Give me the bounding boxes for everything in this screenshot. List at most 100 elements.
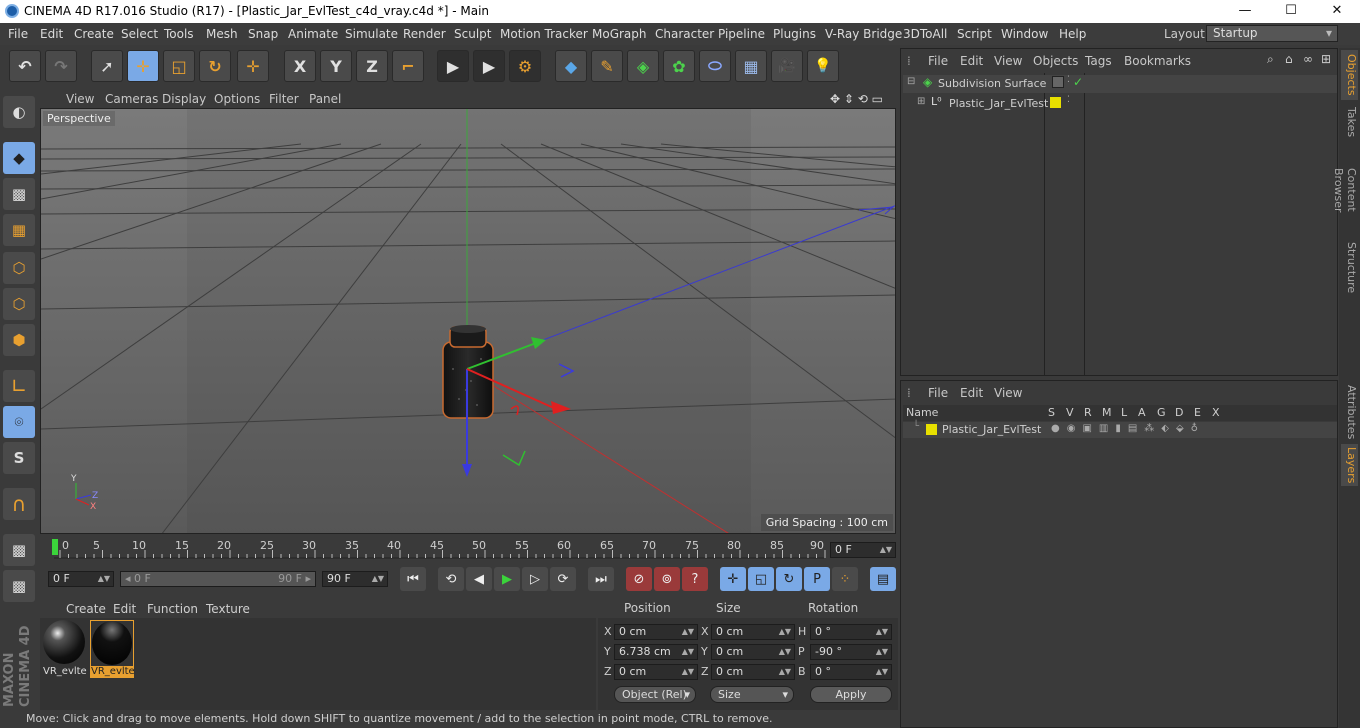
next-frame-button[interactable]: ▷ (522, 567, 548, 591)
timeline-button[interactable]: ▤ (870, 567, 896, 591)
undo-button[interactable]: ↶ (9, 50, 41, 82)
tweak-mode-button[interactable]: ⌾ (3, 406, 35, 438)
col-manager[interactable]: M (1102, 406, 1112, 419)
col-deformers[interactable]: D (1175, 406, 1183, 419)
col-locked[interactable]: L (1121, 406, 1127, 419)
key-position-button[interactable]: ✛ (720, 567, 746, 591)
record-button[interactable]: ⊘ (626, 567, 652, 591)
col-expressions[interactable]: E (1194, 406, 1201, 419)
material-menu-texture[interactable]: Texture (206, 602, 250, 616)
menu-window[interactable]: Window (1001, 27, 1048, 41)
autokey-button[interactable]: ⊚ (654, 567, 680, 591)
y-axis-button[interactable]: Y (320, 50, 352, 82)
menu-script[interactable]: Script (957, 27, 992, 41)
x-axis-button[interactable]: X (284, 50, 316, 82)
viewport-nav-icons[interactable]: ✥ ⇕ ⟲ ▭ (830, 92, 883, 106)
rot-b-field[interactable]: 0 ° ▲▼ (810, 664, 892, 680)
scale-tool-button[interactable]: ◱ (163, 50, 195, 82)
new-window-icon[interactable]: ⊞ (1321, 52, 1331, 66)
3d-viewport[interactable]: Y Z X Perspective Grid Spacing : 100 cm (40, 108, 896, 534)
size-x-field[interactable]: 0 cm ▲▼ (711, 624, 795, 640)
objects-menu-file[interactable]: File (928, 54, 948, 68)
menu-help[interactable]: Help (1059, 27, 1086, 41)
start-frame-field[interactable]: 0 F ▲▼ (48, 571, 114, 587)
pos-x-field[interactable]: 0 cm ▲▼ (614, 624, 698, 640)
viewport-menu-display[interactable]: Display (162, 92, 206, 106)
col-xref[interactable]: X (1212, 406, 1220, 419)
magnet-button[interactable]: ∩ (3, 488, 35, 520)
layers-menu-file[interactable]: File (928, 386, 948, 400)
workplane-mode-button[interactable]: ▦ (3, 214, 35, 246)
redo-button[interactable]: ↷ (45, 50, 77, 82)
tab-layers[interactable]: Layers (1341, 444, 1358, 486)
workplane-lock-button[interactable]: ▩ (3, 534, 35, 566)
rotate-tool-button[interactable]: ↻ (199, 50, 231, 82)
objects-menu-bookmarks[interactable]: Bookmarks (1124, 54, 1191, 68)
viewport-menu-view[interactable]: View (66, 92, 94, 106)
menu-3dtoall[interactable]: 3DToAll (903, 27, 947, 41)
menu-sculpt[interactable]: Sculpt (454, 27, 491, 41)
coordinate-mode-dropdown[interactable]: Object (Rel) ▾ (614, 686, 696, 703)
col-animation[interactable]: A (1138, 406, 1146, 419)
material-menu-function[interactable]: Function (147, 602, 198, 616)
keyframe-selection-button[interactable]: ? (682, 567, 708, 591)
key-pla-button[interactable]: ⁘ (832, 567, 858, 591)
preview-range-slider[interactable]: ◂ 0 F 90 F ▸ (120, 571, 316, 587)
rot-h-field[interactable]: 0 ° ▲▼ (810, 624, 892, 640)
size-z-field[interactable]: 0 cm ▲▼ (711, 664, 795, 680)
tab-objects[interactable]: Objects (1341, 50, 1358, 100)
objects-menu-tags[interactable]: Tags (1085, 54, 1112, 68)
close-button[interactable]: ✕ (1314, 0, 1360, 23)
tab-structure[interactable]: Structure (1341, 240, 1358, 296)
viewport-menu-options[interactable]: Options (214, 92, 260, 106)
goto-end-button[interactable]: ⏭ (588, 567, 614, 591)
goto-start-button[interactable]: ⏮ (400, 567, 426, 591)
layer-row[interactable]: └ Plastic_Jar_EvlTest ●◉▣▥▮▤⁂⬖⬙♁ (903, 421, 1337, 438)
maximize-button[interactable]: ☐ (1268, 0, 1314, 23)
viewport-menu-filter[interactable]: Filter (269, 92, 299, 106)
material-menu-edit[interactable]: Edit (113, 602, 136, 616)
array-button[interactable]: ✿ (663, 50, 695, 82)
timeline-ruler[interactable]: 0 5 10 15 20 25 30 35 40 45 50 55 60 65 … (40, 536, 898, 566)
object-row-subdivision[interactable]: ⊟ ◈ Subdivision Surface ⁚ ✓ (903, 75, 1337, 93)
object-row-jar[interactable]: ⊞ L⁰ Plastic_Jar_EvlTest ⁚ (903, 95, 1337, 113)
viewport-menu-cameras[interactable]: Cameras (105, 92, 158, 106)
tree-expand-icon[interactable]: ⊞ (917, 96, 925, 107)
coordinate-system-button[interactable]: ⌐ (392, 50, 424, 82)
model-mode-button[interactable]: ◆ (3, 142, 35, 174)
tab-attributes[interactable]: Attributes (1341, 384, 1358, 440)
menu-edit[interactable]: Edit (40, 27, 63, 41)
render-picture-viewer-button[interactable]: ▶ (473, 50, 505, 82)
grid-snap-button[interactable]: ▩ (3, 570, 35, 602)
menu-plugins[interactable]: Plugins (773, 27, 816, 41)
col-view[interactable]: V (1066, 406, 1074, 419)
layer-swatch[interactable] (1052, 76, 1064, 88)
deformer-button[interactable]: ⬭ (699, 50, 731, 82)
pos-y-field[interactable]: 6.738 cm ▲▼ (614, 644, 698, 660)
menu-vray-bridge[interactable]: V-Ray Bridge (825, 27, 902, 41)
points-mode-button[interactable]: ⬡ (3, 252, 35, 284)
layer-color-swatch[interactable] (926, 424, 937, 435)
texture-mode-button[interactable]: ▩ (3, 178, 35, 210)
select-tool-button[interactable]: ➚ (91, 50, 123, 82)
tab-content-browser[interactable]: Content Browser (1332, 146, 1358, 234)
menu-file[interactable]: File (8, 27, 28, 41)
tree-collapse-icon[interactable]: ⊟ (907, 76, 915, 87)
size-mode-dropdown[interactable]: Size ▾ (710, 686, 794, 703)
material-slot[interactable]: VR_evlte (42, 620, 87, 678)
end-frame-field[interactable]: 90 F ▲▼ (322, 571, 388, 587)
menu-render[interactable]: Render (403, 27, 446, 41)
move-tool-button[interactable]: ✛ (127, 50, 159, 82)
objects-menu-objects[interactable]: Objects (1033, 54, 1078, 68)
menu-simulate[interactable]: Simulate (345, 27, 398, 41)
apply-button[interactable]: Apply (810, 686, 892, 703)
menu-mesh[interactable]: Mesh (206, 27, 238, 41)
make-editable-button[interactable]: ◐ (3, 96, 35, 128)
minimize-button[interactable]: — (1222, 0, 1268, 23)
light-button[interactable]: 💡 (807, 50, 839, 82)
prev-frame-button[interactable]: ◀ (466, 567, 492, 591)
current-frame-field[interactable]: 0 F ▲▼ (830, 542, 896, 558)
menu-tools[interactable]: Tools (164, 27, 194, 41)
z-axis-button[interactable]: Z (356, 50, 388, 82)
subdivision-button[interactable]: ◈ (627, 50, 659, 82)
